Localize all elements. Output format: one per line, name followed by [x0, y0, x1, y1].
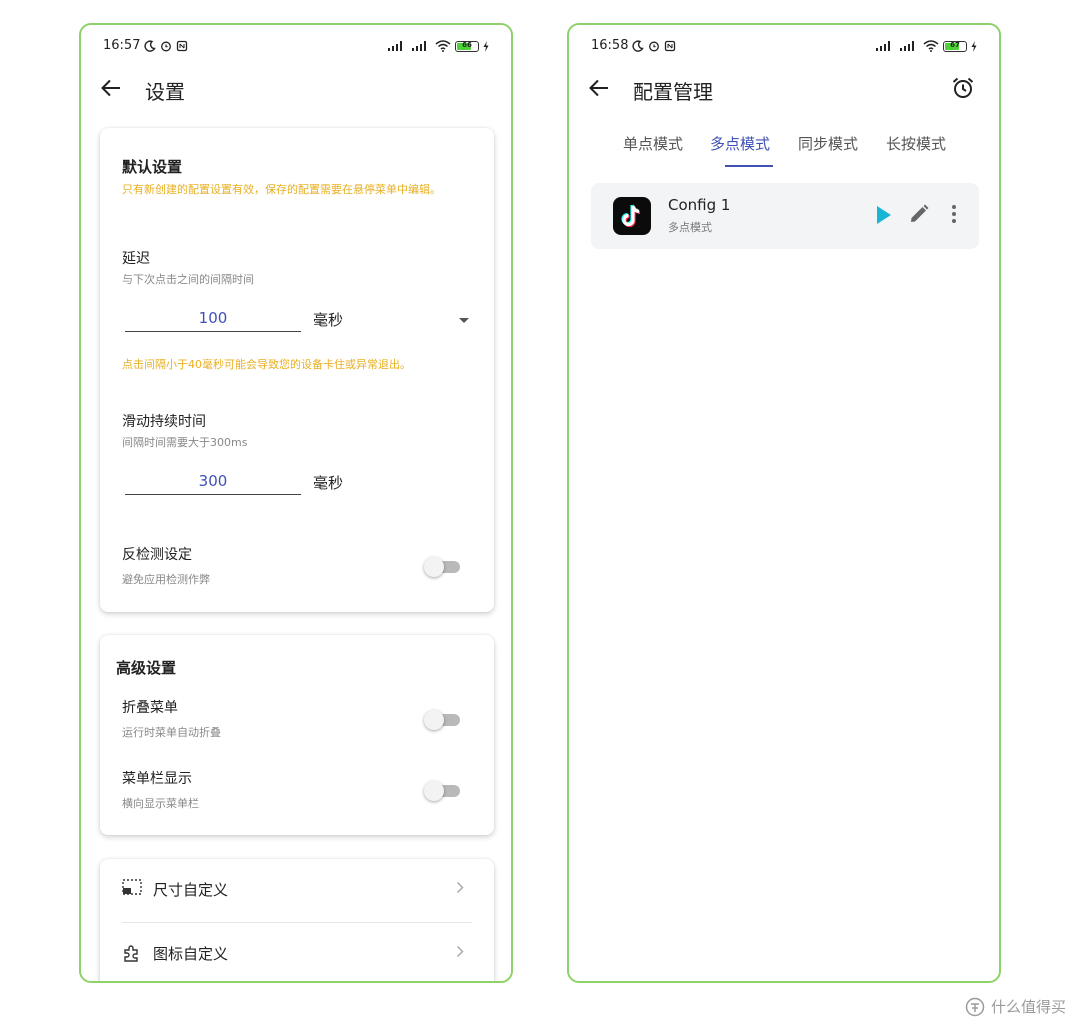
icon-custom-label: 图标自定义 — [153, 945, 229, 963]
anti-detect-subtitle: 避免应用检测作弊 — [122, 573, 210, 586]
battery-level: 66 — [462, 40, 472, 49]
default-settings-note: 只有新创建的配置设置有效，保存的配置需要在悬停菜单中编辑。 — [122, 183, 441, 196]
anti-detect-title: 反检测设定 — [122, 547, 192, 563]
battery-icon: 66 — [455, 40, 479, 52]
status-time: 16:57 — [103, 38, 141, 53]
mode-tabs: 单点模式 多点模式 同步模式 长按模式 — [569, 125, 999, 167]
anti-detect-toggle[interactable] — [424, 555, 460, 577]
resize-icon — [122, 879, 142, 895]
charging-icon — [971, 40, 977, 52]
signal-icon-2 — [412, 41, 426, 51]
alarm-clock-icon[interactable] — [951, 76, 975, 100]
play-icon[interactable] — [875, 205, 893, 225]
status-bar: 16:57 66 — [81, 25, 511, 69]
swipe-duration-title: 滑动持续时间 — [122, 414, 206, 430]
icon-custom-row[interactable]: 图标自定义 — [100, 923, 494, 981]
config-list-item[interactable]: Config 1 多点模式 — [591, 183, 979, 249]
customization-card: 尺寸自定义 图标自定义 — [100, 859, 494, 981]
delay-warning: 点击间隔小于40毫秒可能会导致您的设备卡住或异常退出。 — [122, 358, 411, 371]
menubar-display-toggle[interactable] — [424, 779, 460, 801]
swipe-duration-subtitle: 间隔时间需要大于300ms — [122, 436, 248, 449]
tab-multi-point[interactable]: 多点模式 — [710, 133, 770, 154]
more-vertical-icon[interactable] — [951, 204, 957, 224]
delay-subtitle: 与下次点击之间的间隔时间 — [122, 273, 254, 286]
settings-screen: 16:57 66 设置 默认设置 只有新创建的配置设置有效，保存的配置需要在悬停… — [79, 23, 513, 983]
moon-icon — [632, 39, 645, 52]
battery-level: 67 — [950, 40, 960, 49]
tab-single-point[interactable]: 单点模式 — [623, 133, 683, 154]
swipe-duration-input[interactable]: 300 — [125, 472, 301, 495]
size-custom-label: 尺寸自定义 — [153, 881, 229, 899]
moon-icon — [144, 39, 157, 52]
signal-icon — [388, 41, 402, 51]
signal-icon-2 — [900, 41, 914, 51]
wifi-icon — [435, 40, 451, 52]
fold-menu-toggle[interactable] — [424, 708, 460, 730]
default-settings-card: 默认设置 只有新创建的配置设置有效，保存的配置需要在悬停菜单中编辑。 延迟 与下… — [100, 128, 494, 612]
back-arrow-icon[interactable] — [589, 79, 609, 97]
fold-menu-title: 折叠菜单 — [122, 700, 178, 716]
page-title: 配置管理 — [633, 80, 713, 104]
watermark: 什么值得买 — [965, 996, 1066, 1017]
delay-title: 延迟 — [122, 251, 150, 267]
delay-unit-select[interactable]: 毫秒 — [313, 309, 343, 330]
edit-pencil-icon[interactable] — [909, 204, 929, 224]
delay-input[interactable]: 100 — [125, 309, 301, 332]
battery-icon: 67 — [943, 40, 967, 52]
default-settings-title: 默认设置 — [122, 158, 183, 176]
status-bar: 16:58 67 — [569, 25, 999, 69]
config-management-screen: 16:58 67 配置管理 单点模式 多点模式 同步模式 长按模式 Config… — [567, 23, 1001, 983]
fold-menu-subtitle: 运行时菜单自动折叠 — [122, 726, 221, 739]
advanced-settings-title: 高级设置 — [116, 659, 177, 677]
page-title: 设置 — [145, 80, 185, 104]
tiktok-icon — [613, 197, 651, 235]
nfc-icon — [665, 40, 676, 51]
active-tab-indicator — [725, 165, 773, 167]
advanced-settings-card: 高级设置 折叠菜单 运行时菜单自动折叠 菜单栏显示 横向显示菜单栏 — [100, 635, 494, 835]
dropdown-arrow-icon[interactable] — [458, 317, 470, 324]
menubar-display-title: 菜单栏显示 — [122, 771, 192, 787]
back-arrow-icon[interactable] — [101, 79, 121, 97]
size-custom-row[interactable]: 尺寸自定义 — [100, 859, 494, 919]
status-time: 16:58 — [591, 38, 629, 53]
tab-long-press[interactable]: 长按模式 — [886, 133, 946, 154]
chevron-right-icon — [456, 881, 464, 894]
swipe-duration-unit: 毫秒 — [313, 474, 344, 492]
config-name: Config 1 — [668, 196, 731, 214]
tab-sync[interactable]: 同步模式 — [798, 133, 858, 154]
alarm-small-icon — [649, 41, 660, 51]
wifi-icon — [923, 40, 939, 52]
watermark-text: 什么值得买 — [990, 998, 1066, 1016]
menubar-display-subtitle: 横向显示菜单栏 — [122, 797, 199, 810]
alarm-small-icon — [161, 41, 172, 51]
charging-icon — [483, 40, 489, 52]
nfc-icon — [177, 40, 188, 51]
signal-icon — [876, 41, 890, 51]
config-mode: 多点模式 — [668, 221, 712, 234]
chevron-right-icon — [456, 945, 464, 958]
smzdm-logo-icon — [965, 997, 985, 1016]
puzzle-icon — [124, 945, 138, 962]
